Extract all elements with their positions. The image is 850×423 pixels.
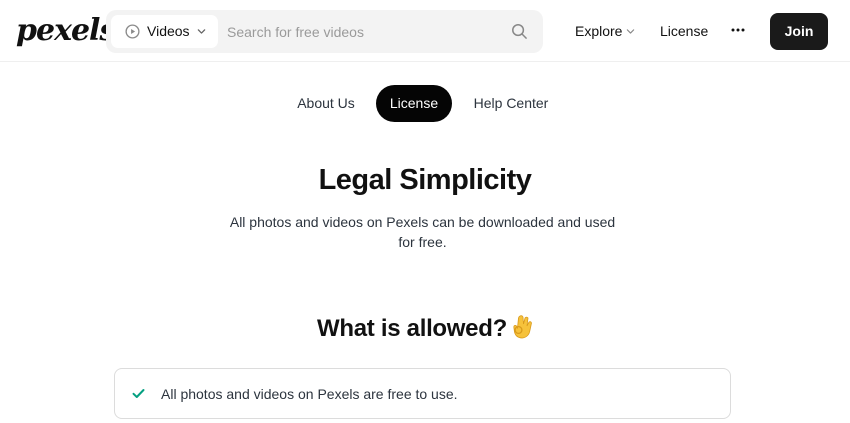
allowed-item-text: All photos and videos on Pexels are free… [161, 386, 458, 402]
tab-license[interactable]: License [376, 85, 452, 122]
media-type-dropdown[interactable]: Videos [111, 15, 218, 48]
join-button[interactable]: Join [770, 13, 828, 50]
chevron-down-icon [197, 29, 206, 34]
play-circle-icon [125, 24, 140, 39]
allowed-item-card: All photos and videos on Pexels are free… [114, 368, 731, 419]
page-description: All photos and videos on Pexels can be d… [229, 214, 616, 250]
chevron-down-icon[interactable] [626, 27, 635, 36]
media-type-label: Videos [147, 23, 190, 39]
search-input[interactable] [227, 21, 507, 42]
allowed-title-text: What is allowed? [317, 315, 507, 342]
nav-explore[interactable]: Explore [575, 22, 622, 40]
ok-hand-emoji-icon [513, 315, 532, 339]
page-title: Legal Simplicity [318, 164, 532, 196]
more-horizontal-icon[interactable] [731, 26, 745, 34]
check-icon [132, 389, 145, 398]
tab-help-center[interactable]: Help Center [468, 85, 554, 122]
allowed-section-title: What is allowed? [0, 312, 850, 346]
tab-about-us[interactable]: About Us [290, 85, 362, 122]
search-bar: Videos [106, 10, 543, 53]
pexels-logo[interactable]: pexels [16, 12, 116, 50]
nav-license[interactable]: License [660, 22, 708, 40]
search-icon[interactable] [511, 23, 528, 40]
site-header: pexels Videos Explore License Join [0, 0, 850, 62]
